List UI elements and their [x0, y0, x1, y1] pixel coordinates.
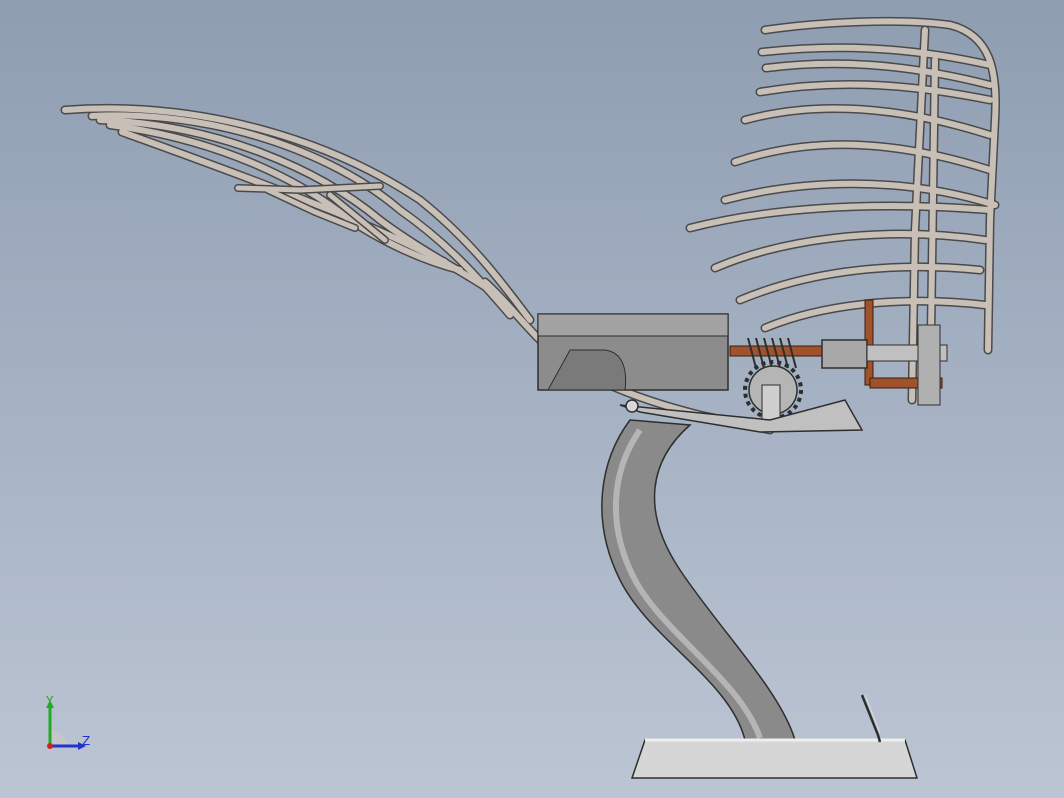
model-view[interactable] — [0, 0, 1064, 798]
graphics-viewport[interactable]: Y Z — [0, 0, 1064, 798]
crank-block[interactable] — [821, 324, 948, 406]
coordinate-triad: Y Z — [36, 694, 100, 758]
y-axis-label: Y — [46, 694, 54, 708]
motor-housing[interactable] — [537, 313, 729, 391]
stand[interactable] — [601, 419, 797, 741]
z-axis-label: Z — [82, 734, 91, 748]
x-axis-dot — [47, 743, 53, 749]
